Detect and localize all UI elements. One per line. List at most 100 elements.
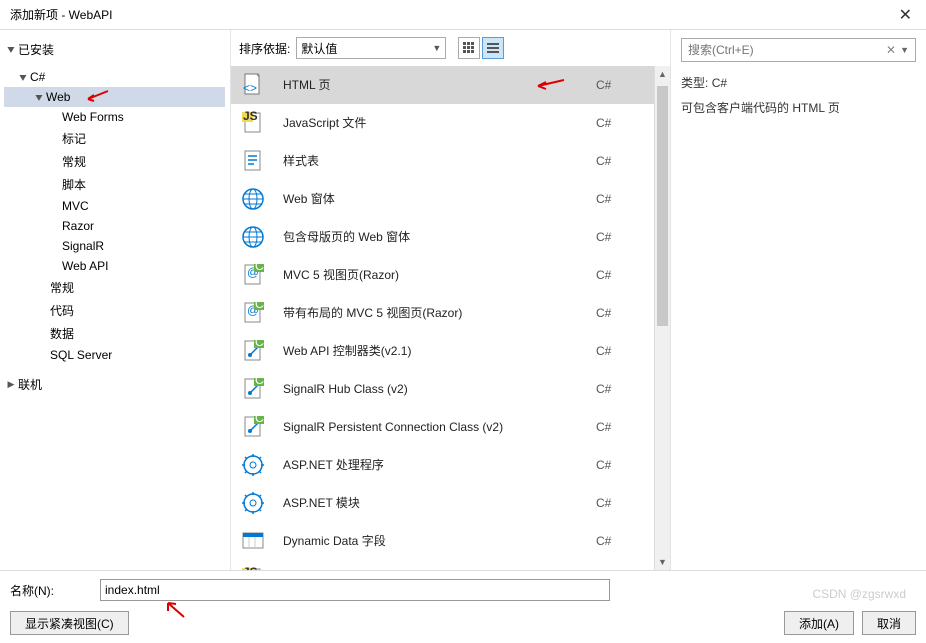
scrollbar-thumb[interactable]	[657, 86, 668, 326]
template-row[interactable]: C#SignalR Hub Class (v2)C#	[231, 370, 654, 408]
template-lang: C#	[596, 344, 646, 358]
svg-text:<>: <>	[243, 81, 257, 95]
template-icon	[239, 185, 267, 213]
template-label: 包含母版页的 Web 窗体	[283, 228, 596, 245]
template-lang: C#	[596, 154, 646, 168]
svg-text:C#: C#	[255, 376, 266, 387]
tree-mvc[interactable]: MVC	[4, 196, 225, 216]
tree-shuju[interactable]: 数据	[4, 322, 225, 345]
tree-label: SQL Server	[50, 348, 112, 362]
tree-label: 代码	[50, 302, 74, 319]
template-icon	[239, 527, 267, 555]
annotation-arrow-icon	[532, 76, 566, 94]
tree-sqlserver[interactable]: SQL Server	[4, 345, 225, 365]
type-value: C#	[712, 76, 727, 90]
template-lang: C#	[596, 78, 646, 92]
tree-web[interactable]: Web	[4, 87, 225, 107]
template-label: JavaScript 文件	[283, 114, 596, 131]
view-grid-button[interactable]	[458, 37, 480, 59]
tree-label: MVC	[62, 199, 89, 213]
template-lang: C#	[596, 306, 646, 320]
scroll-down-icon[interactable]: ▼	[655, 554, 670, 570]
tree-changgui2[interactable]: 常规	[4, 276, 225, 299]
template-lang: C#	[596, 420, 646, 434]
sort-value: 默认值	[301, 40, 337, 57]
tree-signalr[interactable]: SignalR	[4, 236, 225, 256]
svg-text:JS: JS	[243, 110, 258, 123]
svg-text:C#: C#	[255, 338, 266, 349]
button-label: 显示紧凑视图(C)	[25, 615, 114, 632]
template-row[interactable]: @C#带有布局的 MVC 5 视图页(Razor)C#	[231, 294, 654, 332]
tree-label: 常规	[50, 279, 74, 296]
tree-label: 联机	[18, 376, 42, 393]
view-toggle	[458, 37, 504, 59]
button-label: 添加(A)	[799, 615, 839, 632]
clear-icon[interactable]: ✕	[886, 43, 896, 57]
tree-webforms[interactable]: Web Forms	[4, 107, 225, 127]
close-icon[interactable]: ✕	[895, 5, 916, 25]
template-row[interactable]: C#SignalR Persistent Connection Class (v…	[231, 408, 654, 446]
view-list-button[interactable]	[482, 37, 504, 59]
name-row: 名称(N):	[10, 579, 916, 601]
template-row[interactable]: JSJavaScript 文件C#	[231, 104, 654, 142]
dropdown-icon[interactable]: ▼	[900, 45, 909, 55]
template-row[interactable]: C#Web API 控制器类(v2.1)C#	[231, 332, 654, 370]
template-label: HTML 页	[283, 76, 532, 93]
compact-view-button[interactable]: 显示紧凑视图(C)	[10, 611, 129, 635]
svg-text:C#: C#	[255, 414, 266, 425]
template-label: ASP.NET 模块	[283, 494, 596, 511]
sort-combobox[interactable]: 默认值 ▼	[296, 37, 446, 59]
detail-pane: ✕ ▼ 类型: C# 可包含客户端代码的 HTML 页	[671, 30, 926, 570]
template-row[interactable]: JSJavaScript JSON 配置文件C#	[231, 560, 654, 570]
tree-label: 数据	[50, 325, 74, 342]
template-row[interactable]: 样式表C#	[231, 142, 654, 180]
template-label: Web API 控制器类(v2.1)	[283, 342, 596, 359]
tree-label: 常规	[62, 153, 86, 170]
tree-daima[interactable]: 代码	[4, 299, 225, 322]
tree-razor[interactable]: Razor	[4, 216, 225, 236]
tree-online[interactable]: 联机	[4, 373, 225, 396]
template-lang: C#	[596, 192, 646, 206]
tree-label: 标记	[62, 130, 86, 147]
tree-label: 已安装	[18, 41, 54, 58]
template-row[interactable]: ASP.NET 处理程序C#	[231, 446, 654, 484]
footer-buttons: 显示紧凑视图(C) 添加(A) 取消	[10, 611, 916, 635]
chevron-down-icon: ▼	[432, 43, 441, 53]
template-icon	[239, 223, 267, 251]
scroll-up-icon[interactable]: ▲	[655, 66, 670, 82]
filename-input[interactable]	[100, 579, 610, 601]
template-list[interactable]: <>HTML 页C#JSJavaScript 文件C#样式表C#Web 窗体C#…	[231, 66, 654, 570]
tree-label: SignalR	[62, 239, 104, 253]
sort-label: 排序依据:	[239, 40, 290, 57]
template-icon	[239, 147, 267, 175]
tree-jiaoben[interactable]: 脚本	[4, 173, 225, 196]
list-toolbar: 排序依据: 默认值 ▼	[231, 30, 670, 66]
template-icon: @C#	[239, 299, 267, 327]
tree-installed[interactable]: 已安装	[4, 38, 225, 61]
search-field[interactable]	[688, 43, 886, 57]
template-label: SignalR Hub Class (v2)	[283, 382, 596, 396]
template-row[interactable]: 包含母版页的 Web 窗体C#	[231, 218, 654, 256]
add-button[interactable]: 添加(A)	[784, 611, 854, 635]
template-lang: C#	[596, 382, 646, 396]
scrollbar[interactable]: ▲ ▼	[654, 66, 670, 570]
tree-webapi[interactable]: Web API	[4, 256, 225, 276]
template-row[interactable]: Dynamic Data 字段C#	[231, 522, 654, 560]
tree-changgui[interactable]: 常规	[4, 150, 225, 173]
template-row[interactable]: Web 窗体C#	[231, 180, 654, 218]
template-row[interactable]: ASP.NET 模块C#	[231, 484, 654, 522]
template-lang: C#	[596, 496, 646, 510]
annotation-arrow-icon	[82, 87, 110, 105]
tree-biaoji[interactable]: 标记	[4, 127, 225, 150]
cancel-button[interactable]: 取消	[862, 611, 916, 635]
list-icon	[487, 42, 499, 54]
tree-csharp[interactable]: C#	[4, 67, 225, 87]
template-row[interactable]: @C#MVC 5 视图页(Razor)C#	[231, 256, 654, 294]
tree-label: Razor	[62, 219, 94, 233]
dialog-footer: 名称(N): 显示紧凑视图(C) 添加(A) 取消	[0, 570, 926, 643]
tree-label: C#	[30, 70, 45, 84]
chevron-right-icon	[6, 379, 16, 390]
search-input[interactable]: ✕ ▼	[681, 38, 916, 62]
chevron-down-icon	[34, 92, 44, 103]
template-row[interactable]: <> HTML 页 C#	[231, 66, 654, 104]
